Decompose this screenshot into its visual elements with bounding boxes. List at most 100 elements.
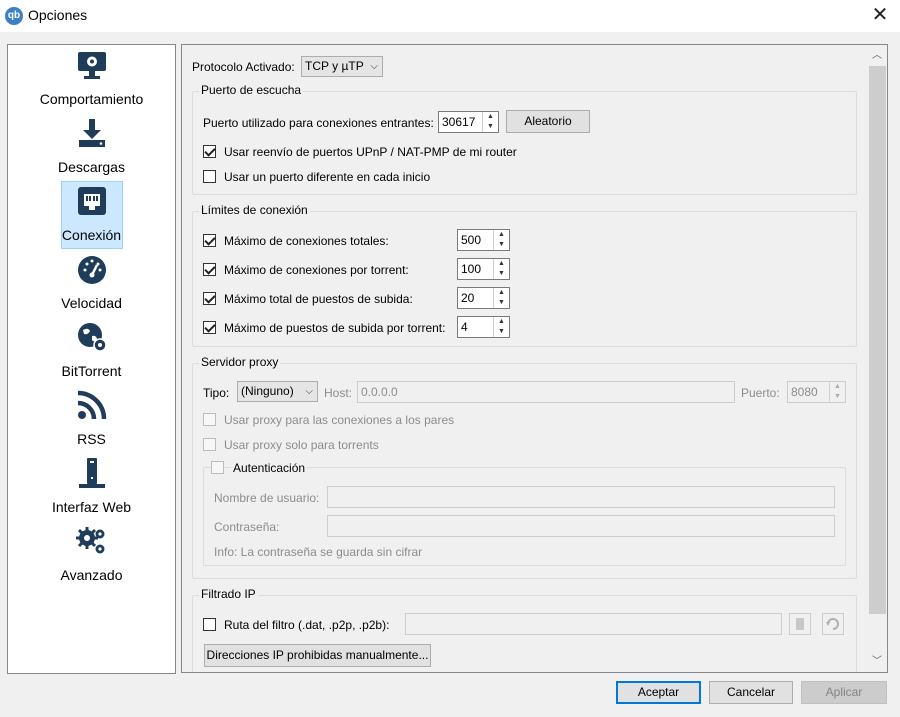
password-input[interactable] xyxy=(327,515,835,537)
sidebar-item-label: Descargas xyxy=(58,159,125,175)
spin-buttons[interactable]: ▲ ▼ xyxy=(482,112,498,132)
port-spinbox[interactable]: 30617 ▲ ▼ xyxy=(438,111,499,133)
ip-filter-checkbox[interactable] xyxy=(203,618,216,631)
password-label: Contraseña: xyxy=(214,520,280,534)
sidebar-item-avanzado[interactable]: Avanzado xyxy=(9,521,174,589)
chevron-down-icon[interactable]: ▼ xyxy=(830,392,845,402)
folder-icon xyxy=(796,618,804,630)
title-bar: qb Opciones ✕ xyxy=(0,0,900,32)
proxy-peers-label: Usar proxy para las conexiones a los par… xyxy=(224,413,455,427)
chevron-down-icon[interactable]: ▼ xyxy=(494,269,509,279)
refresh-icon xyxy=(826,618,839,630)
max-connections-label: Máximo de conexiones totales: xyxy=(224,234,389,248)
sidebar-item-bittorrent[interactable]: BitTorrent xyxy=(9,317,174,385)
spin-buttons[interactable]: ▲ ▼ xyxy=(493,317,509,337)
open-folder-button[interactable] xyxy=(789,613,811,635)
spin-buttons[interactable]: ▲ ▼ xyxy=(493,259,509,279)
settings-panel: Protocolo Activado: TCP y µTP ⌵ Puerto d… xyxy=(181,44,888,673)
sidebar-item-interfaz-web[interactable]: Interfaz Web xyxy=(9,453,174,521)
chevron-up-icon[interactable]: ▲ xyxy=(494,230,509,240)
max-upload-slots-spinbox[interactable]: 20 ▲ ▼ xyxy=(457,287,510,309)
max-connections-checkbox[interactable] xyxy=(203,234,216,247)
sidebar-item-comportamiento[interactable]: Comportamiento xyxy=(9,45,174,113)
spin-buttons[interactable]: ▲ ▼ xyxy=(493,230,509,250)
username-label: Nombre de usuario: xyxy=(214,491,320,505)
proxy-host-input[interactable]: 0.0.0.0 xyxy=(357,381,735,403)
upnp-label: Usar reenvío de puertos UPnP / NAT-PMP d… xyxy=(224,145,517,159)
sidebar-item-descargas[interactable]: Descargas xyxy=(9,113,174,181)
listen-port-title: Puerto de escucha xyxy=(199,83,304,97)
scrollbar-thumb[interactable] xyxy=(869,66,886,614)
monitor-settings-icon xyxy=(78,52,106,79)
ip-filter-path-input[interactable] xyxy=(405,613,782,635)
spin-buttons[interactable]: ▲ ▼ xyxy=(829,382,845,402)
sidebar-item-label: RSS xyxy=(77,431,106,447)
max-upload-slots-torrent-label: Máximo de puestos de subida por torrent: xyxy=(224,321,446,335)
proxy-type-label: Tipo: xyxy=(203,386,230,400)
proxy-port-label: Puerto: xyxy=(741,386,780,400)
download-icon xyxy=(79,119,105,147)
proxy-port-spinbox[interactable]: 8080 ▲ ▼ xyxy=(787,381,846,403)
max-upload-slots-value: 20 xyxy=(461,291,475,305)
chevron-up-icon[interactable]: ▲ xyxy=(830,382,845,392)
chevron-up-icon[interactable]: ▲ xyxy=(483,112,498,122)
accept-button[interactable]: Aceptar xyxy=(616,681,701,704)
gears-icon xyxy=(76,527,105,554)
proxy-port-value: 8080 xyxy=(791,385,818,399)
cancel-button[interactable]: Cancelar xyxy=(709,681,793,704)
chevron-up-icon[interactable]: ▲ xyxy=(494,259,509,269)
proxy-type-value: (Ninguno) xyxy=(241,384,294,398)
max-connections-torrent-checkbox[interactable] xyxy=(203,263,216,276)
banned-ips-button[interactable]: Direcciones IP prohibidas manualmente... xyxy=(204,644,431,667)
chevron-down-icon[interactable]: ▼ xyxy=(494,240,509,250)
chevron-down-icon: ⌵ xyxy=(305,386,313,397)
close-icon[interactable]: ✕ xyxy=(860,0,900,32)
spin-buttons[interactable]: ▲ ▼ xyxy=(493,288,509,308)
sidebar-item-label: Conexión xyxy=(61,227,122,243)
max-upload-slots-checkbox[interactable] xyxy=(203,292,216,305)
globe-gear-icon xyxy=(78,323,107,352)
proxy-peers-checkbox[interactable] xyxy=(203,413,216,426)
protocol-label: Protocolo Activado: xyxy=(192,60,295,74)
scroll-up-icon[interactable]: ︿ xyxy=(867,46,887,66)
proxy-torrents-label: Usar proxy solo para torrents xyxy=(224,438,379,452)
connection-limits-title: Límites de conexión xyxy=(199,203,310,217)
qbittorrent-logo-icon: qb xyxy=(5,7,23,25)
max-upload-slots-torrent-value: 4 xyxy=(461,320,468,334)
max-upload-slots-label: Máximo total de puestos de subida: xyxy=(224,292,413,306)
username-input[interactable] xyxy=(327,486,835,508)
apply-button[interactable]: Aplicar xyxy=(801,681,887,704)
port-value: 30617 xyxy=(442,115,476,129)
proxy-title: Servidor proxy xyxy=(199,355,281,369)
authentication-checkbox[interactable] xyxy=(211,461,224,474)
sidebar-item-conexion[interactable]: Conexión xyxy=(9,181,174,249)
proxy-type-dropdown[interactable]: (Ninguno) ⌵ xyxy=(237,381,318,402)
different-port-label: Usar un puerto diferente en cada inicio xyxy=(224,170,431,184)
chevron-down-icon[interactable]: ▼ xyxy=(494,298,509,308)
different-port-checkbox[interactable] xyxy=(203,170,216,183)
password-info: Info: La contraseña se guarda sin cifrar xyxy=(214,545,423,559)
chevron-up-icon[interactable]: ▲ xyxy=(494,317,509,327)
max-connections-torrent-label: Máximo de conexiones por torrent: xyxy=(224,263,409,277)
port-label: Puerto utilizado para conexiones entrant… xyxy=(203,116,434,130)
chevron-down-icon[interactable]: ▼ xyxy=(483,122,498,132)
authentication-label: Autenticación xyxy=(231,461,308,475)
window-title: Opciones xyxy=(28,7,88,23)
random-port-button[interactable]: Aleatorio xyxy=(506,110,590,133)
sidebar-item-velocidad[interactable]: Velocidad xyxy=(9,249,174,317)
reload-filter-button[interactable] xyxy=(822,613,844,635)
chevron-down-icon: ⌵ xyxy=(370,61,378,72)
scroll-down-icon[interactable]: ﹀ xyxy=(867,652,887,672)
max-upload-slots-torrent-spinbox[interactable]: 4 ▲ ▼ xyxy=(457,316,510,338)
ip-filter-title: Filtrado IP xyxy=(199,587,258,601)
max-upload-slots-torrent-checkbox[interactable] xyxy=(203,321,216,334)
max-connections-torrent-spinbox[interactable]: 100 ▲ ▼ xyxy=(457,258,510,280)
sidebar-item-rss[interactable]: RSS xyxy=(9,385,174,453)
chevron-down-icon[interactable]: ▼ xyxy=(494,327,509,337)
upnp-checkbox[interactable] xyxy=(203,145,216,158)
proxy-torrents-checkbox[interactable] xyxy=(203,438,216,451)
ip-filter-path-label: Ruta del filtro (.dat, .p2p, .p2b): xyxy=(224,618,390,632)
max-connections-spinbox[interactable]: 500 ▲ ▼ xyxy=(457,229,510,251)
protocol-dropdown[interactable]: TCP y µTP ⌵ xyxy=(301,56,383,77)
chevron-up-icon[interactable]: ▲ xyxy=(494,288,509,298)
